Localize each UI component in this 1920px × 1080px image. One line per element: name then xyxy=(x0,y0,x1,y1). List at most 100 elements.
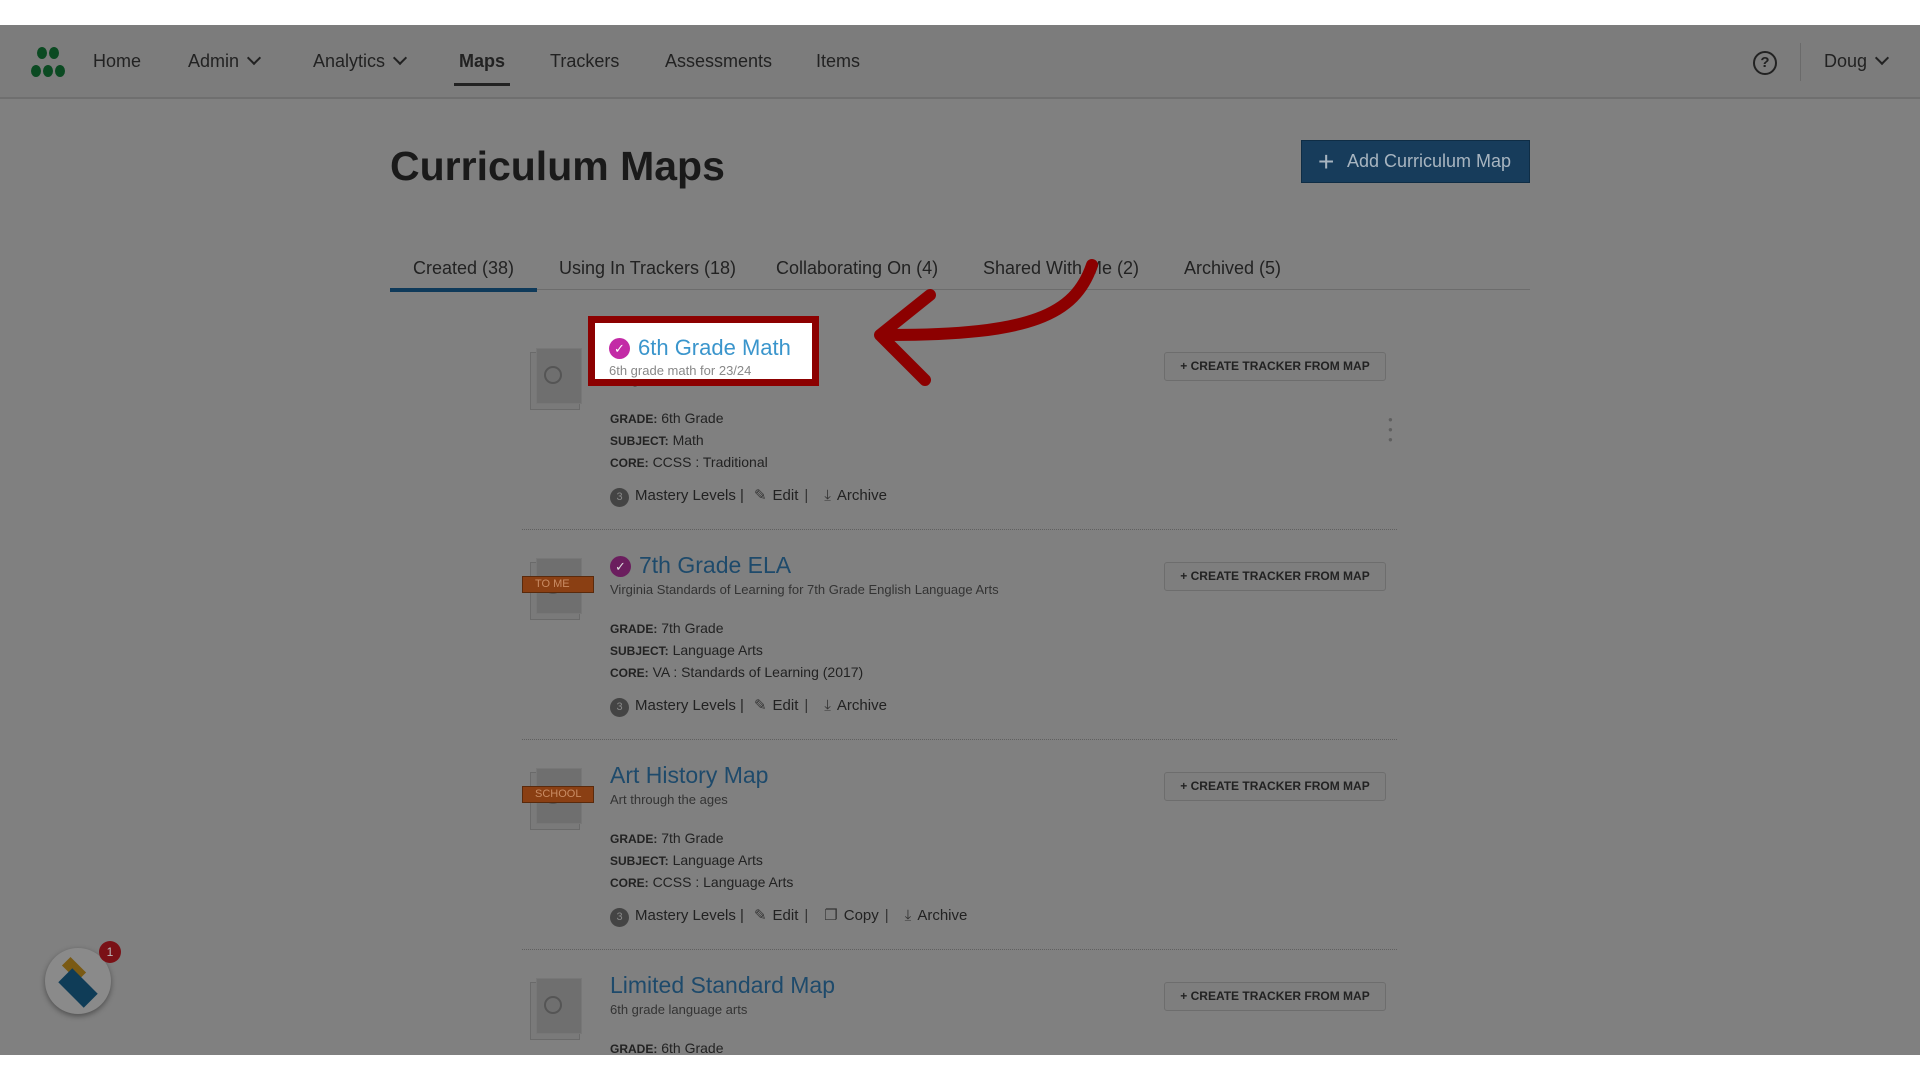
map-title[interactable]: Art History Map xyxy=(610,762,768,788)
nav-label: Trackers xyxy=(550,51,620,71)
map-subject: SUBJECT: Language Arts xyxy=(610,642,763,658)
chevron-down-icon xyxy=(1874,50,1890,66)
archive-icon: ⤓ xyxy=(824,487,831,504)
verified-badge-icon: ✓ xyxy=(610,556,631,577)
nav-label: Home xyxy=(93,51,142,71)
label: SUBJECT: xyxy=(610,644,669,658)
help-icon[interactable]: ? xyxy=(1753,51,1777,75)
map-grade: GRADE: 6th Grade xyxy=(610,1040,724,1055)
divider xyxy=(522,949,1397,950)
mastery-count: 3 xyxy=(610,908,629,927)
verified-badge-icon: ✓ xyxy=(609,338,630,359)
map-core: CORE: CCSS : Language Arts xyxy=(610,874,793,890)
mastery-levels-link[interactable]: Mastery Levels | xyxy=(635,697,744,714)
nav-home[interactable]: Home xyxy=(93,51,141,72)
archive-link[interactable]: Archive xyxy=(837,487,887,504)
edit-link[interactable]: Edit xyxy=(773,697,799,714)
map-subtitle: 6th grade math for 23/24 xyxy=(609,363,752,378)
user-name: Doug xyxy=(1824,51,1868,71)
label: GRADE: xyxy=(610,412,658,426)
map-thumbnail xyxy=(530,348,582,410)
chevron-down-icon xyxy=(246,50,262,66)
share-badge: SCHOOL xyxy=(522,786,594,803)
create-tracker-button[interactable]: + CREATE TRACKER FROM MAP xyxy=(1164,562,1386,591)
nav-maps[interactable]: Maps xyxy=(453,51,511,86)
archive-icon: ⤓ xyxy=(824,697,831,714)
copy-link[interactable]: Copy xyxy=(844,907,879,924)
more-options-icon[interactable]: ● ● ● xyxy=(1388,415,1394,445)
pencil-icon: ✎ xyxy=(753,487,767,504)
archive-link[interactable]: Archive xyxy=(917,907,967,924)
map-subject: SUBJECT: Language Arts xyxy=(610,852,763,868)
map-title[interactable]: Limited Standard Map xyxy=(610,972,835,998)
widget-logo xyxy=(58,968,98,1008)
value: 7th Grade xyxy=(661,830,724,846)
edit-link[interactable]: Edit xyxy=(773,907,799,924)
archive-icon: ⤓ xyxy=(904,907,912,924)
map-thumbnail xyxy=(530,978,582,1040)
edit-link[interactable]: Edit xyxy=(773,487,799,504)
value: 7th Grade xyxy=(661,620,724,636)
value: Math xyxy=(672,432,704,448)
plus-icon: + xyxy=(1318,146,1335,177)
add-curriculum-map-button[interactable]: + Add Curriculum Map xyxy=(1301,140,1530,183)
nav-trackers[interactable]: Trackers xyxy=(550,51,619,72)
value: CCSS : Traditional xyxy=(652,454,768,470)
map-title[interactable]: 7th Grade ELA xyxy=(639,552,791,578)
nav-admin[interactable]: Admin xyxy=(188,50,262,72)
nav-assessments[interactable]: Assessments xyxy=(665,51,772,72)
create-tracker-button[interactable]: + CREATE TRACKER FROM MAP xyxy=(1164,772,1386,801)
share-badge: TO ME xyxy=(522,576,594,593)
nav-items[interactable]: Items xyxy=(816,51,860,72)
mastery-count: 3 xyxy=(610,488,629,507)
nav-label: Items xyxy=(816,51,861,71)
compass-icon xyxy=(544,366,562,384)
label: CORE: xyxy=(610,666,649,680)
divider xyxy=(522,739,1397,740)
label: GRADE: xyxy=(610,832,658,846)
compass-icon xyxy=(544,996,562,1014)
tab-created[interactable]: Created (38) xyxy=(389,258,538,292)
page: Home Admin Analytics Maps Trackers Asses… xyxy=(0,25,1920,1055)
map-title[interactable]: 6th Grade Math xyxy=(638,335,791,360)
archive-link[interactable]: Archive xyxy=(837,697,887,714)
highlighted-map-title[interactable]: ✓ 6th Grade Math 6th grade math for 23/24 xyxy=(588,316,819,386)
top-nav: Home Admin Analytics Maps Trackers Asses… xyxy=(0,25,1920,99)
label: CORE: xyxy=(610,876,649,890)
nav-analytics[interactable]: Analytics xyxy=(313,50,408,72)
nav-label: Admin xyxy=(188,51,240,71)
map-subtitle: Art through the ages xyxy=(610,792,728,807)
map-subtitle: 6th grade language arts xyxy=(610,1002,748,1017)
page-title: Curriculum Maps xyxy=(390,143,725,189)
map-core: CORE: VA : Standards of Learning (2017) xyxy=(610,664,863,680)
label: GRADE: xyxy=(610,622,658,636)
separator: | xyxy=(804,907,809,924)
pencil-icon: ✎ xyxy=(753,907,767,924)
pencil-icon: ✎ xyxy=(753,697,767,714)
divider xyxy=(522,529,1397,530)
copy-icon: ❐ xyxy=(824,907,838,924)
value: VA : Standards of Learning (2017) xyxy=(652,664,864,680)
map-actions: 3 Mastery Levels | ✎ Edit | ❐ Copy | ⤓ Archive xyxy=(610,906,967,927)
map-grade: GRADE: 7th Grade xyxy=(610,830,724,846)
separator: | xyxy=(884,907,889,924)
map-grade: GRADE: 6th Grade xyxy=(610,410,724,426)
map-core: CORE: CCSS : Traditional xyxy=(610,454,768,470)
user-menu[interactable]: Doug xyxy=(1824,50,1890,72)
tab-archived[interactable]: Archived (5) xyxy=(1184,258,1281,279)
label: SUBJECT: xyxy=(610,434,669,448)
notification-badge: 1 xyxy=(99,941,121,963)
separator: | xyxy=(804,487,809,504)
label: GRADE: xyxy=(610,1042,658,1055)
tab-using-in-trackers[interactable]: Using In Trackers (18) xyxy=(559,258,736,279)
logo[interactable] xyxy=(27,47,69,79)
create-tracker-button[interactable]: + CREATE TRACKER FROM MAP xyxy=(1164,982,1386,1011)
create-tracker-button[interactable]: + CREATE TRACKER FROM MAP xyxy=(1164,352,1386,381)
label: CORE: xyxy=(610,456,649,470)
chevron-down-icon xyxy=(392,50,408,66)
help-widget[interactable]: 1 xyxy=(45,941,121,1014)
separator: | xyxy=(804,697,809,714)
mastery-levels-link[interactable]: Mastery Levels | xyxy=(635,907,744,924)
value: CCSS : Language Arts xyxy=(652,874,794,890)
mastery-levels-link[interactable]: Mastery Levels | xyxy=(635,487,744,504)
